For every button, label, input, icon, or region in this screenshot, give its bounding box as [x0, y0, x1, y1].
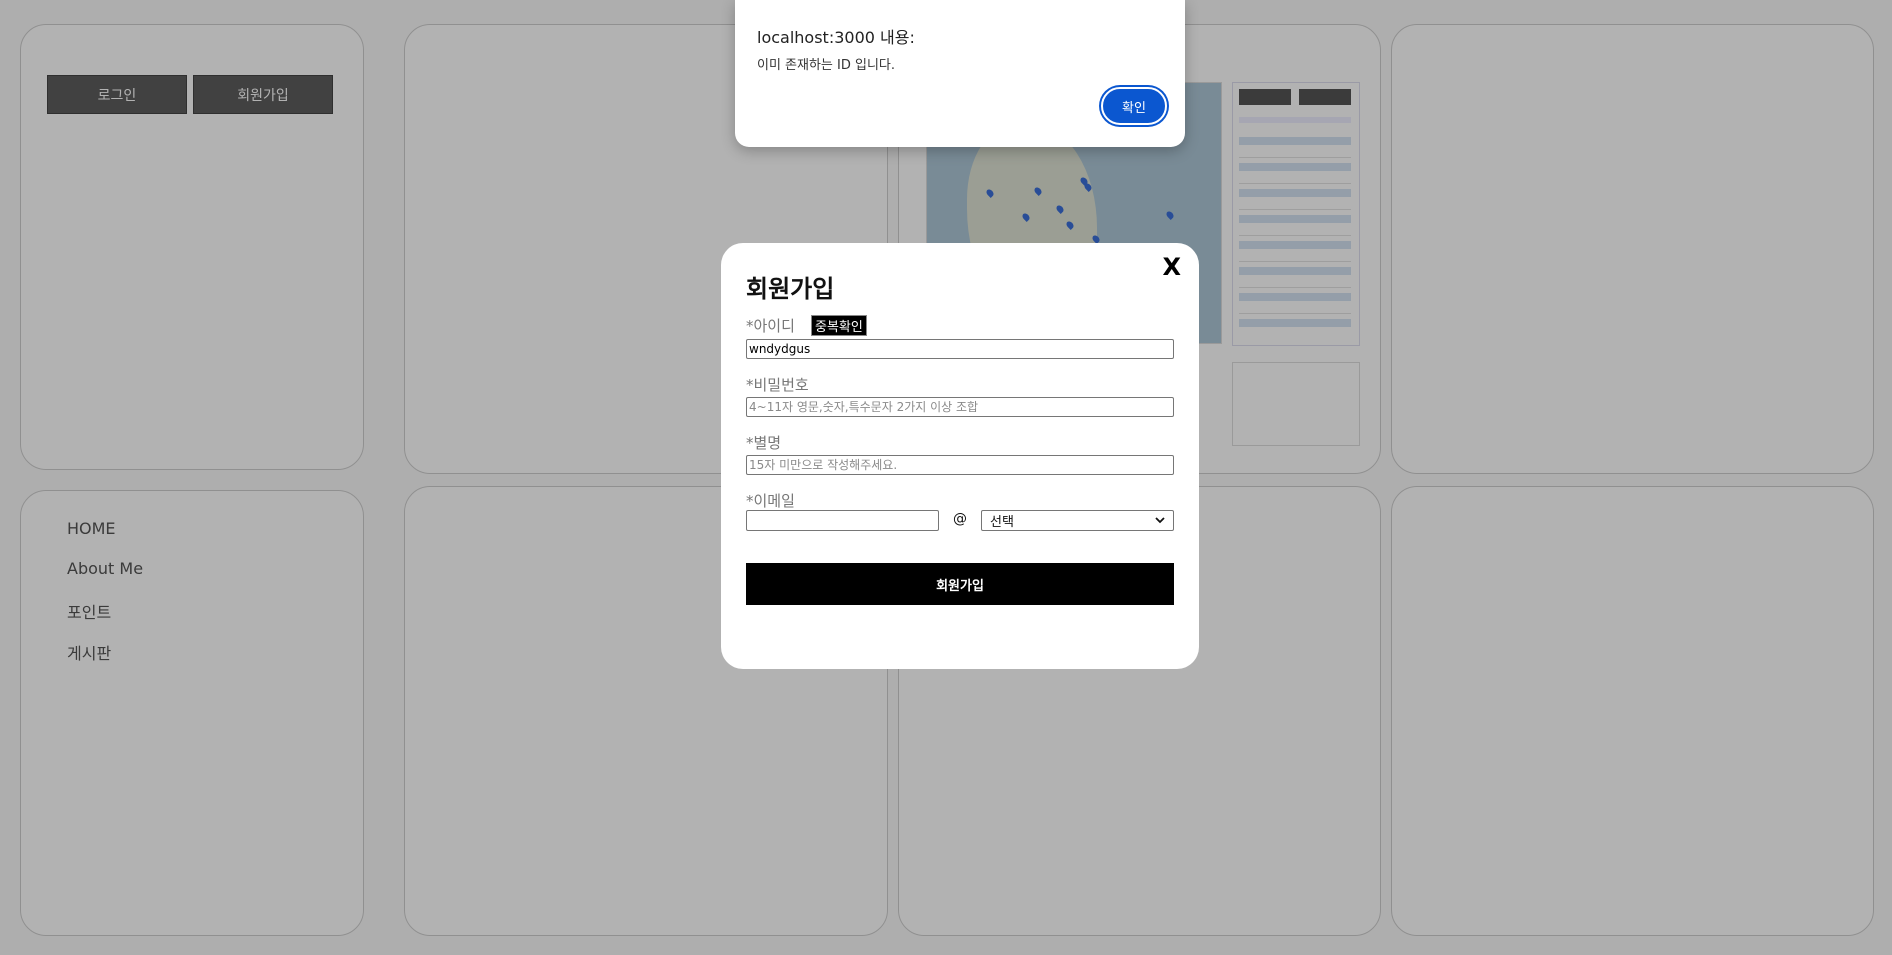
chevron-down-icon	[1155, 513, 1165, 528]
email-local-input[interactable]	[746, 510, 939, 531]
password-input[interactable]	[746, 397, 1174, 417]
alert-ok-button[interactable]: 확인	[1101, 87, 1167, 125]
alert-title: localhost:3000 내용:	[757, 28, 915, 47]
email-domain-value: 선택	[990, 515, 1014, 530]
nickname-input[interactable]	[746, 455, 1174, 475]
email-domain-select[interactable]: 선택	[981, 510, 1174, 531]
email-at-sign: @	[953, 511, 967, 527]
id-input[interactable]	[746, 339, 1174, 359]
alert-message: 이미 존재하는 ID 입니다.	[757, 58, 896, 73]
signup-submit-button[interactable]: 회원가입	[746, 563, 1174, 605]
email-label: *이메일	[746, 492, 795, 510]
password-label: *비밀번호	[746, 376, 809, 394]
close-button[interactable]: X	[1162, 255, 1181, 279]
modal-title: 회원가입	[746, 275, 835, 303]
browser-alert-dialog: localhost:3000 내용: 이미 존재하는 ID 입니다. 확인	[735, 0, 1185, 147]
id-label: *아이디	[746, 317, 795, 335]
duplicate-check-button[interactable]: 중복확인	[811, 315, 867, 336]
nickname-label: *별명	[746, 434, 782, 452]
signup-modal: 회원가입 X *아이디 중복확인 *비밀번호 *별명 *이메일 @ 선택 회원가…	[721, 243, 1199, 669]
